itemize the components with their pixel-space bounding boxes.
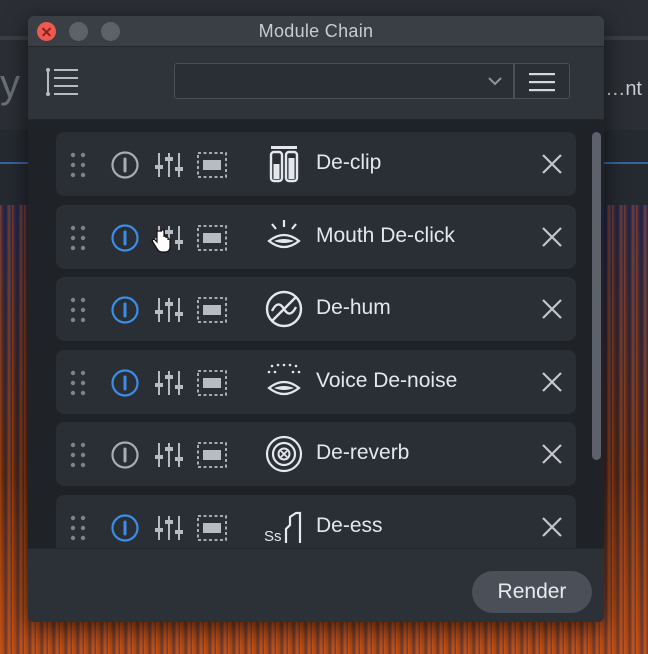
module-list-icon[interactable] — [44, 67, 80, 99]
sliders-icon[interactable] — [154, 440, 184, 470]
drag-handle-icon[interactable] — [68, 297, 88, 323]
host-app-left-glyph: y — [0, 62, 20, 106]
module-power-toggle[interactable] — [110, 223, 140, 253]
module-name: De-reverb — [316, 441, 410, 464]
module-name: Voice De-noise — [316, 368, 458, 392]
drag-handle-icon[interactable] — [68, 370, 88, 396]
module-list[interactable]: De-clip Mouth De-click De-hum Voice De-n… — [28, 120, 604, 548]
bypass-module-icon[interactable] — [196, 368, 228, 398]
bypass-module-icon[interactable] — [196, 150, 228, 180]
chevron-down-icon — [488, 77, 502, 86]
module-list-scrollbar[interactable] — [592, 132, 601, 460]
bypass-module-icon[interactable] — [196, 223, 228, 253]
module-power-toggle[interactable] — [110, 440, 140, 470]
render-button[interactable]: Render — [472, 571, 592, 613]
bypass-module-icon[interactable] — [196, 513, 228, 543]
close-icon[interactable] — [540, 152, 564, 176]
module-row[interactable]: Mouth De-click — [56, 204, 576, 269]
module-chain-window: Module Chain De-clip Mouth De-click De-h… — [28, 16, 604, 622]
module-power-toggle[interactable] — [110, 513, 140, 543]
hand-cursor-icon — [151, 229, 171, 253]
preset-menu-button[interactable] — [514, 63, 570, 99]
footer: Render — [28, 548, 604, 622]
module-row[interactable]: Ss De-ess — [56, 494, 576, 548]
drag-handle-icon[interactable] — [68, 152, 88, 178]
module-name: De-hum — [316, 296, 391, 319]
drag-handle-icon[interactable] — [68, 515, 88, 541]
close-icon[interactable] — [540, 297, 564, 321]
host-app-side-label: …nt — [605, 78, 642, 100]
svg-text:Ss: Ss — [264, 528, 282, 545]
window-title: Module Chain — [258, 21, 374, 41]
preset-dropdown[interactable] — [174, 63, 514, 99]
module-name: De-clip — [316, 151, 382, 174]
module-row[interactable]: De-reverb — [56, 422, 576, 486]
bypass-module-icon[interactable] — [196, 440, 228, 470]
toolbar — [28, 47, 604, 120]
title-bar[interactable]: Module Chain — [28, 16, 604, 47]
sliders-icon[interactable] — [154, 368, 184, 398]
sliders-icon[interactable] — [154, 513, 184, 543]
voice-denoise-icon — [264, 362, 304, 402]
de-reverb-icon — [264, 434, 304, 474]
module-name: Mouth De-click — [316, 223, 455, 247]
de-hum-icon — [264, 289, 304, 329]
module-power-toggle[interactable] — [110, 295, 140, 325]
module-name: De-ess — [316, 513, 383, 537]
module-row[interactable]: Voice De-noise — [56, 349, 576, 414]
module-row[interactable]: De-hum — [56, 277, 576, 341]
close-icon[interactable] — [540, 442, 564, 466]
module-power-toggle[interactable] — [110, 368, 140, 398]
sliders-icon[interactable] — [154, 295, 184, 325]
mouth-declick-icon — [264, 217, 304, 257]
de-clip-icon — [264, 144, 304, 184]
de-ess-icon: Ss — [264, 507, 304, 547]
bypass-module-icon[interactable] — [196, 295, 228, 325]
drag-handle-icon[interactable] — [68, 442, 88, 468]
close-icon[interactable] — [540, 225, 564, 249]
sliders-icon[interactable] — [154, 150, 184, 180]
module-row[interactable]: De-clip — [56, 132, 576, 196]
hamburger-menu-icon — [529, 73, 555, 92]
drag-handle-icon[interactable] — [68, 225, 88, 251]
close-icon[interactable] — [540, 515, 564, 539]
close-icon[interactable] — [540, 370, 564, 394]
module-power-toggle[interactable] — [110, 150, 140, 180]
